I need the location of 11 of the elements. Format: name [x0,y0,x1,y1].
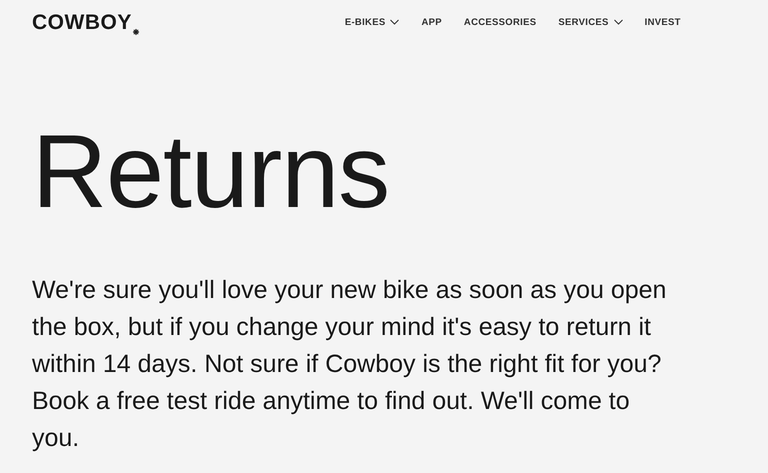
nav-link[interactable]: SERVICES [558,16,623,28]
logo[interactable]: COWBOY [32,12,132,32]
chevron-down-icon [614,19,623,25]
intro-paragraph: We're sure you'll love your new bike as soon as you open the box, but if you change your mind it's easy to return it within 14 days. Not sure if Cowboy is the right fit for you? Book a free test ride anytime to find out. We'll come to you. [32,275,668,454]
nav-link[interactable]: ACCESSORIES [464,16,536,28]
nav-link[interactable]: APP [421,16,442,28]
nav-link[interactable]: INVEST [644,16,681,28]
star-icon [132,28,139,34]
page-title: Returns [32,120,390,224]
nav-link[interactable]: E-BIKES [344,16,400,28]
chevron-down-icon [390,19,400,25]
